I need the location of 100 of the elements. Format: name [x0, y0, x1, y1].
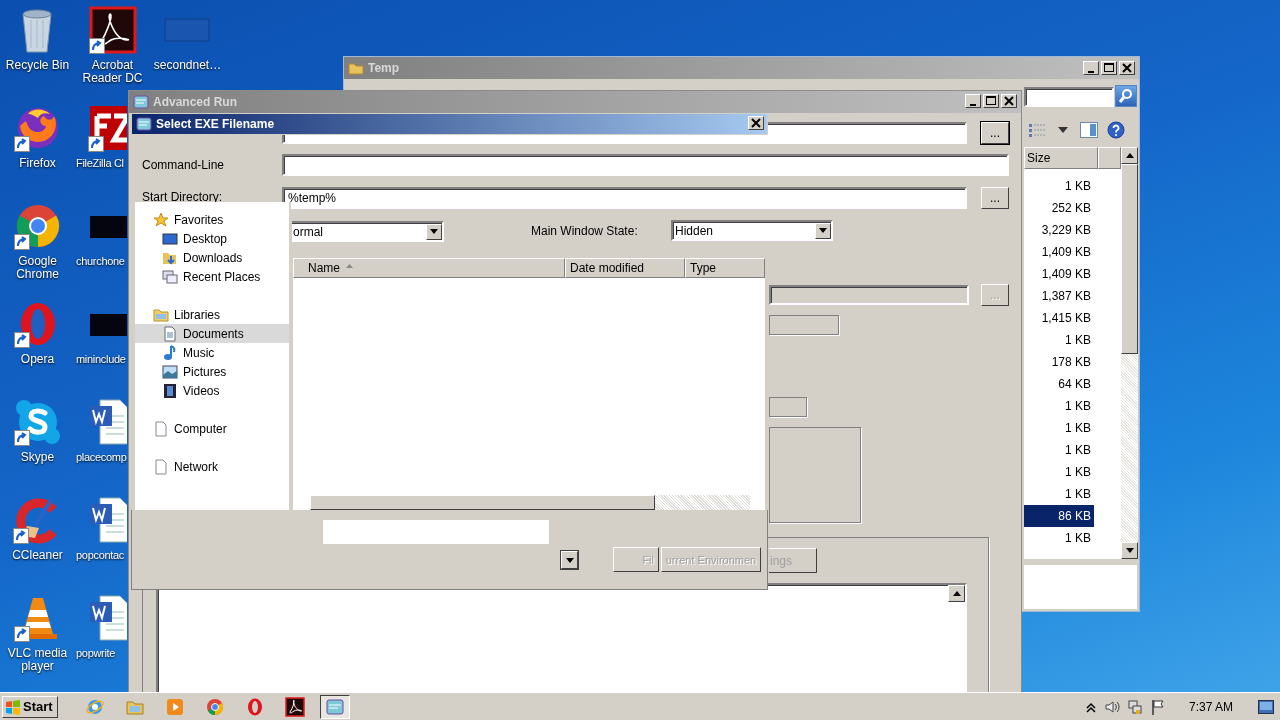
- desktop-shortcut[interactable]: popwrite: [75, 594, 127, 660]
- desktop-shortcut[interactable]: churchone: [75, 202, 127, 268]
- browse-button[interactable]: ...: [981, 187, 1009, 209]
- input-field[interactable]: [769, 397, 807, 417]
- nav-item[interactable]: Recent Places: [135, 267, 289, 286]
- close-button[interactable]: [1119, 61, 1135, 75]
- column-header[interactable]: Type: [685, 258, 765, 278]
- desktop-shortcut[interactable]: CCleaner: [12, 496, 63, 562]
- document-icon: [88, 398, 127, 446]
- nav-item[interactable]: Videos: [135, 381, 289, 400]
- minimize-button[interactable]: [965, 94, 981, 108]
- maximize-button[interactable]: [1101, 61, 1117, 75]
- pdf-app-icon: [88, 6, 137, 54]
- file-size-cell[interactable]: 1,387 KB: [1024, 285, 1094, 307]
- music-note-icon: [162, 344, 178, 361]
- view-list-icon: [1028, 122, 1046, 138]
- nav-item[interactable]: Network: [135, 457, 289, 476]
- folder-icon: [348, 60, 364, 76]
- search-button[interactable]: [1115, 85, 1137, 107]
- app-window-icon: [324, 696, 345, 717]
- desktop-shortcut[interactable]: Acrobat Reader DC: [75, 6, 150, 85]
- input-field[interactable]: [769, 285, 969, 305]
- nav-item[interactable]: Computer: [135, 419, 289, 438]
- file-size-cell[interactable]: 252 KB: [1024, 197, 1094, 219]
- file-size-cell[interactable]: 1,415 KB: [1024, 307, 1094, 329]
- close-button[interactable]: [748, 116, 764, 130]
- scroll-down-icon: [1125, 548, 1134, 553]
- window-title: Advanced Run: [153, 95, 237, 109]
- minimize-button[interactable]: [1083, 61, 1099, 75]
- nav-item[interactable]: Libraries: [135, 305, 289, 324]
- column-header[interactable]: Name: [293, 258, 565, 278]
- start-button[interactable]: Start: [2, 695, 58, 718]
- dropdown-arrow-icon: [565, 557, 574, 563]
- file-size-cell[interactable]: 1 KB: [1024, 439, 1094, 461]
- nav-item[interactable]: Music: [135, 343, 289, 362]
- desktop-shortcut[interactable]: mininclude: [75, 300, 127, 366]
- field-label: Main Window State:: [531, 224, 638, 238]
- desktop-shortcut[interactable]: secondnet…: [153, 6, 222, 72]
- scrollbar[interactable]: [310, 495, 750, 510]
- column-header[interactable]: Size: [1024, 147, 1098, 169]
- file-size-cell[interactable]: 86 KB: [1024, 505, 1094, 527]
- field-label: Start Directory:: [142, 190, 222, 204]
- file-size-cell[interactable]: 3,229 KB: [1024, 219, 1094, 241]
- search-field[interactable]: [1024, 87, 1114, 107]
- pdf-app-icon: [284, 696, 305, 717]
- file-size-cell[interactable]: 1 KB: [1024, 395, 1094, 417]
- file-size-cell[interactable]: 64 KB: [1024, 373, 1094, 395]
- maximize-icon: [1103, 62, 1115, 74]
- dropdown[interactable]: [561, 551, 578, 569]
- maximize-button[interactable]: [983, 94, 999, 108]
- close-button[interactable]: [1001, 94, 1017, 108]
- picture-icon: [162, 363, 178, 380]
- recent-places-icon: [162, 268, 178, 285]
- file-size-cell[interactable]: 1 KB: [1024, 175, 1094, 197]
- nav-item[interactable]: Desktop: [135, 229, 289, 248]
- file-size-cell[interactable]: 1 KB: [1024, 417, 1094, 439]
- library-folder-icon: [153, 306, 169, 323]
- scroll-thumb[interactable]: [1121, 164, 1138, 354]
- nav-item[interactable]: Downloads: [135, 248, 289, 267]
- blank-thumbnail-icon: [163, 18, 212, 42]
- input-field[interactable]: %temp%: [282, 187, 967, 209]
- file-size-cell[interactable]: 1 KB: [1024, 329, 1094, 351]
- file-size-cell[interactable]: 178 KB: [1024, 351, 1094, 373]
- window-title: Temp: [368, 61, 400, 75]
- dropdown[interactable]: Hidden: [671, 220, 833, 241]
- desktop-shortcut[interactable]: placecomp: [75, 398, 127, 464]
- scroll-thumb[interactable]: [310, 495, 655, 510]
- file-size-cell[interactable]: 1,409 KB: [1024, 241, 1094, 263]
- network-icon: [1126, 698, 1143, 715]
- input-field[interactable]: [282, 154, 1009, 176]
- desktop-shortcut[interactable]: Google Chrome: [0, 202, 75, 281]
- taskbar-button[interactable]: [319, 694, 350, 719]
- input-field[interactable]: [769, 315, 839, 335]
- scrollbar[interactable]: [1121, 147, 1138, 559]
- browse-button[interactable]: ...: [981, 122, 1009, 144]
- nav-item[interactable]: Pictures: [135, 362, 289, 381]
- file-size-cell[interactable]: 1 KB: [1024, 461, 1094, 483]
- ring-logo-icon: [204, 696, 225, 717]
- monitor-icon: [162, 230, 178, 247]
- desktop-shortcut[interactable]: Skype: [13, 398, 62, 464]
- desktop-shortcut[interactable]: popcontac: [75, 496, 127, 562]
- desktop-shortcut[interactable]: Recycle Bin: [5, 6, 70, 72]
- field-label: Command-Line: [142, 158, 225, 172]
- file-size-cell[interactable]: 1 KB: [1024, 527, 1094, 549]
- file-name-field[interactable]: [323, 520, 549, 544]
- nav-item[interactable]: Favorites: [135, 210, 289, 229]
- clock[interactable]: 7:37 AM: [1188, 699, 1233, 714]
- search-icon: [1118, 88, 1134, 104]
- dropdown-caret-icon: [1058, 127, 1068, 133]
- column-header[interactable]: Date modified: [565, 258, 685, 278]
- dropdown[interactable]: ormal: [292, 221, 444, 242]
- file-size-cell[interactable]: 1 KB: [1024, 483, 1094, 505]
- column-header[interactable]: [1098, 147, 1121, 169]
- desktop-shortcut[interactable]: Opera: [13, 300, 62, 366]
- file-size-cell[interactable]: 1,409 KB: [1024, 263, 1094, 285]
- desktop-shortcut[interactable]: VLC media player: [0, 594, 75, 673]
- app-window-icon: [133, 94, 149, 110]
- desktop-shortcut[interactable]: Firefox: [13, 104, 62, 170]
- minimize-icon: [1088, 71, 1094, 73]
- nav-item[interactable]: Documents: [135, 324, 289, 343]
